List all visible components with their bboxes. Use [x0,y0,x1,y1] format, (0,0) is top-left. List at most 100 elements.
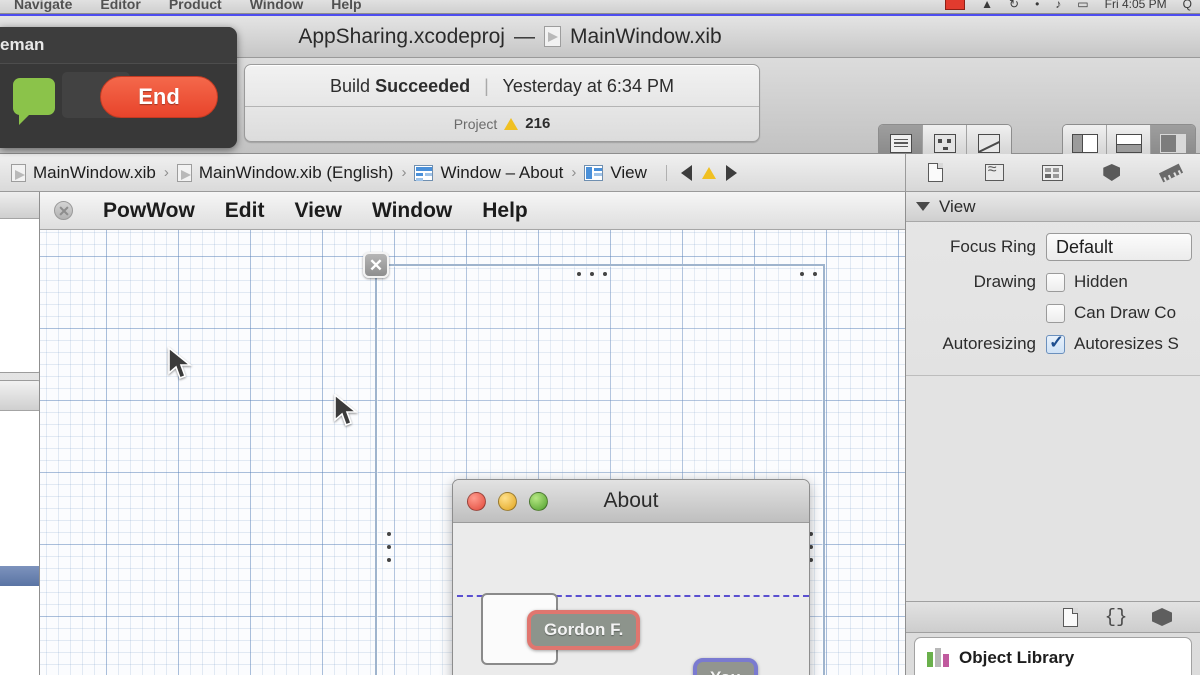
menu-extra-volume[interactable]: ♪ [1047,0,1069,11]
zoom-button[interactable] [529,491,548,511]
identity-inspector-tab[interactable] [1041,162,1065,184]
navigator-selected-row[interactable] [0,566,39,586]
document-icon [1062,607,1078,627]
inspector-row-can-draw: Can Draw Co [906,303,1200,323]
assistant-face-icon [933,133,956,153]
object-library-tab[interactable] [1150,606,1174,628]
quick-help-inspector-tab[interactable] [982,162,1006,184]
menu-extra-bluetooth[interactable]: • [1027,0,1047,11]
corner-resize-handles[interactable] [800,272,817,276]
breadcrumb-item-0[interactable]: MainWindow.xib [6,163,161,183]
build-timestamp: Yesterday at 6:34 PM [502,76,674,96]
document-icon [927,163,943,182]
inspector-section-header[interactable]: View [906,192,1200,222]
navigator-pane[interactable] [0,192,40,675]
inspector-empty-area [906,375,1200,607]
previous-issue-icon[interactable] [680,164,692,181]
window-title: AppSharing.xcodeproj — MainWindow.xib [298,25,721,49]
os-menu-item-product[interactable]: Product [155,0,236,12]
build-prefix: Build [330,76,371,96]
drawing-label: Drawing [973,272,1036,291]
object-library-panel[interactable]: Object Library [914,637,1192,675]
breadcrumb-item-3[interactable]: View [579,163,652,183]
hidden-checkbox-group[interactable]: Hidden [1046,272,1128,292]
left-panel-icon [1071,133,1098,153]
about-window-body[interactable] [453,523,809,675]
size-inspector-tab[interactable] [1158,162,1183,184]
navigator-section-top[interactable] [0,192,39,373]
activity-view[interactable]: Build Succeeded | Yesterday at 6:34 PM P… [244,64,760,142]
activity-status-line: Build Succeeded | Yesterday at 6:34 PM [330,76,674,97]
sim-menu-item-view[interactable]: View [294,199,341,223]
title-project-name: AppSharing.xcodeproj [298,24,505,48]
os-menu-item-help[interactable]: Help [317,0,375,12]
warning-triangle-icon[interactable] [701,166,716,179]
collaborator-badge-you[interactable]: You [693,658,758,675]
menu-extra-battery[interactable]: ▭ [1069,0,1096,11]
left-resize-handles[interactable] [387,532,391,562]
file-template-library-tab[interactable] [1058,606,1082,628]
hidden-checkbox[interactable] [1046,272,1065,292]
sim-menu-item-help[interactable]: Help [482,199,528,223]
interface-builder-canvas[interactable]: PowWow Edit View Window Help ✕ About Gor… [40,192,905,675]
autoresizes-subviews-checkbox[interactable] [1046,332,1065,354]
inspector-section-title: View [939,196,976,216]
os-menu-item-navigate[interactable]: Navigate [0,0,86,12]
sim-menu-item-edit[interactable]: Edit [225,199,265,223]
navigator-section-body[interactable] [0,586,39,675]
build-status: Succeeded [375,76,471,96]
chat-bubble-icon[interactable] [13,78,55,125]
next-issue-icon[interactable] [725,164,737,181]
menu-spotlight-icon[interactable]: Q [1175,0,1200,11]
warning-triangle-icon [504,117,519,130]
breadcrumb-separator: › [401,164,407,181]
autoresizes-subviews-label: Autoresizes S [1074,334,1179,353]
activity-issue-line[interactable]: Project 216 [454,115,551,132]
collaborator-badge-gordon[interactable]: Gordon F. [527,610,641,650]
ib-window-icon [414,164,434,181]
issue-navigation-group [665,164,737,181]
triangle-down-icon[interactable] [916,202,930,211]
autoresizes-subviews-checkbox-group[interactable]: Autoresizes S [1046,332,1179,354]
library-tab-bar: {} [906,601,1200,633]
screen-sharing-overlay[interactable]: eman End [0,27,237,148]
navigator-section-body[interactable] [0,411,39,566]
os-menu-item-editor[interactable]: Editor [86,0,154,12]
end-button[interactable]: End [100,76,218,118]
navigator-section-header[interactable] [0,192,39,219]
menu-clock[interactable]: Fri 4:05 PM [1097,0,1175,11]
simulated-menu-bar[interactable]: PowWow Edit View Window Help [40,192,905,230]
navigator-section-header[interactable] [0,381,39,411]
code-snippet-library-tab[interactable]: {} [1104,606,1128,628]
overlay-participant-name: eman [0,35,45,54]
os-menu-item-window[interactable]: Window [236,0,318,12]
inspector-row-autoresizing: Autoresizing Autoresizes S [906,332,1200,354]
attributes-inspector-tab[interactable] [1100,162,1124,184]
navigator-section-body[interactable] [0,219,39,372]
sim-menu-item-powwow[interactable]: PowWow [103,199,195,223]
minimize-button[interactable] [498,491,517,511]
inspector-tab-bar [905,154,1200,191]
can-draw-concurrently-checkbox[interactable] [1046,303,1065,323]
breadcrumb-item-1[interactable]: MainWindow.xib (English) [172,163,399,183]
menu-extra-dropdown[interactable]: ▲ [973,0,1001,11]
container-close-icon[interactable]: ✕ [363,252,389,278]
file-inspector-tab[interactable] [923,162,947,184]
breadcrumb-item-2[interactable]: Window – About [409,163,568,183]
navigator-section-bottom[interactable] [0,380,39,675]
apple-placeholder-icon[interactable] [54,201,73,220]
sim-menu-item-window[interactable]: Window [372,199,452,223]
issue-count: 216 [525,115,551,132]
breadcrumb-label: View [610,162,647,182]
menu-extra-recording[interactable] [937,0,973,10]
can-draw-concurrently-checkbox-group[interactable]: Can Draw Co [1046,303,1176,323]
focus-ring-popup[interactable]: Default [1046,233,1192,261]
about-window-titlebar[interactable]: About [453,480,809,523]
menu-extra-sync[interactable]: ↻ [1001,0,1027,11]
overlay-controls: End [0,64,237,148]
object-library-title: Object Library [959,647,1075,667]
close-button[interactable] [467,491,486,511]
title-dash: — [513,24,535,48]
overlay-header: eman [0,27,237,63]
top-resize-handles[interactable] [577,272,607,276]
